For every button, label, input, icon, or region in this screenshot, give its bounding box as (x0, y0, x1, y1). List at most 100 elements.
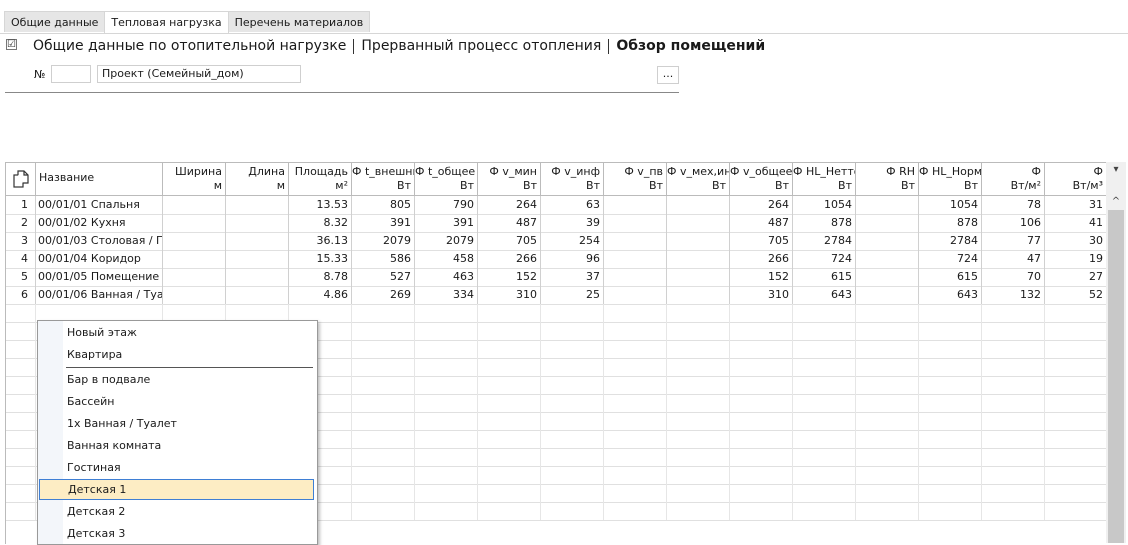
table-cell[interactable]: 15.33 (289, 250, 352, 268)
table-cell[interactable]: 264 (478, 196, 541, 214)
table-cell[interactable]: 264 (730, 196, 793, 214)
vertical-scrollbar[interactable]: ▾ ^ (1106, 162, 1126, 543)
table-cell[interactable] (856, 268, 919, 286)
table-cell[interactable]: 2784 (919, 232, 982, 250)
column-header[interactable]: Длина м (226, 163, 289, 195)
table-cell[interactable]: 615 (793, 268, 856, 286)
column-header[interactable]: Ф t_общее Вт (415, 163, 478, 195)
copy-columns-icon[interactable] (6, 163, 36, 195)
table-cell[interactable]: 2079 (415, 232, 478, 250)
table-cell[interactable]: 132 (982, 286, 1045, 304)
table-cell[interactable]: 19 (1045, 250, 1107, 268)
table-cell[interactable] (163, 286, 226, 304)
table-row[interactable]: 3 00/01/03 Столовая / Г... 36.13 2079 2079 70… (6, 232, 1107, 251)
table-cell[interactable]: 36.13 (289, 232, 352, 250)
table-cell[interactable]: 00/01/01 Спальня (36, 196, 163, 214)
table-cell[interactable]: 1054 (919, 196, 982, 214)
table-cell[interactable] (667, 214, 730, 232)
table-cell[interactable] (604, 232, 667, 250)
scroll-thumb[interactable] (1108, 210, 1124, 543)
table-cell[interactable]: 106 (982, 214, 1045, 232)
table-cell[interactable]: 41 (1045, 214, 1107, 232)
table-cell[interactable] (856, 232, 919, 250)
table-cell[interactable] (226, 268, 289, 286)
table-cell[interactable]: 52 (1045, 286, 1107, 304)
column-header[interactable]: Ф RH Вт (856, 163, 919, 195)
menu-item[interactable]: Детская 1 (39, 479, 314, 500)
table-cell[interactable] (163, 232, 226, 250)
table-cell[interactable]: 2784 (793, 232, 856, 250)
table-cell[interactable] (226, 196, 289, 214)
number-field[interactable] (51, 65, 91, 83)
table-cell[interactable]: 96 (541, 250, 604, 268)
table-cell[interactable] (163, 250, 226, 268)
table-cell[interactable] (667, 268, 730, 286)
table-cell[interactable] (667, 286, 730, 304)
table-cell[interactable]: 724 (919, 250, 982, 268)
table-cell[interactable]: 152 (730, 268, 793, 286)
table-cell[interactable]: 487 (730, 214, 793, 232)
table-cell[interactable]: 31 (1045, 196, 1107, 214)
table-cell[interactable]: 00/01/06 Ванная / Туа... (36, 286, 163, 304)
section-link-heating-load[interactable]: Общие данные по отопительной нагрузке (33, 38, 346, 54)
table-cell[interactable]: 487 (478, 214, 541, 232)
menu-item[interactable]: Детская 3 (39, 523, 314, 544)
table-cell[interactable] (604, 196, 667, 214)
table-cell[interactable]: 310 (730, 286, 793, 304)
table-cell[interactable] (226, 232, 289, 250)
table-cell[interactable] (226, 250, 289, 268)
table-cell[interactable]: 63 (541, 196, 604, 214)
menu-item[interactable]: Бассейн (39, 391, 314, 412)
tab-heat-load[interactable]: Тепловая нагрузка (104, 11, 229, 33)
table-row[interactable]: 6 00/01/06 Ванная / Туа... 4.86 269 334 310 25… (6, 286, 1107, 305)
table-cell[interactable]: 615 (919, 268, 982, 286)
table-cell[interactable] (667, 196, 730, 214)
table-cell[interactable] (856, 196, 919, 214)
table-cell[interactable]: 463 (415, 268, 478, 286)
menu-item[interactable]: Бар в подвале (39, 369, 314, 390)
table-cell[interactable]: 878 (793, 214, 856, 232)
table-cell[interactable] (667, 232, 730, 250)
column-header[interactable]: Ф HL_Норма Вт (919, 163, 982, 195)
table-row[interactable]: 1 00/01/01 Спальня 13.53 805 790 264 63 264 1054… (6, 196, 1107, 215)
checkbox-icon[interactable]: ☑ (6, 39, 17, 50)
table-cell[interactable] (163, 214, 226, 232)
table-cell[interactable] (604, 250, 667, 268)
project-field[interactable]: Проект (Семейный_дом) (97, 65, 301, 83)
menu-item[interactable]: Ванная комната (39, 435, 314, 456)
scroll-up-button[interactable]: ^ (1106, 194, 1126, 210)
column-header[interactable]: Ф t_внешнийВт (352, 163, 415, 195)
table-cell[interactable]: 266 (730, 250, 793, 268)
table-cell[interactable] (163, 268, 226, 286)
table-cell[interactable]: 790 (415, 196, 478, 214)
column-header[interactable]: Ф v_общее Вт (730, 163, 793, 195)
menu-item[interactable]: 1x Ванная / Туалет (39, 413, 314, 434)
table-cell[interactable]: 39 (541, 214, 604, 232)
table-cell[interactable] (226, 214, 289, 232)
menu-item[interactable]: Гостиная (39, 457, 314, 478)
table-row[interactable]: 2 00/01/02 Кухня 8.32 391 391 487 39 487 878 878 1… (6, 214, 1107, 233)
table-cell[interactable]: 705 (478, 232, 541, 250)
table-cell[interactable]: 391 (415, 214, 478, 232)
table-cell[interactable]: 25 (541, 286, 604, 304)
column-header[interactable]: Ширина м (163, 163, 226, 195)
table-cell[interactable] (856, 214, 919, 232)
table-cell[interactable]: 458 (415, 250, 478, 268)
column-header[interactable]: Ф v_мех,инфВт (667, 163, 730, 195)
table-row[interactable]: 5 00/01/05 Помещение ... 8.78 527 463 152 37 15… (6, 268, 1107, 287)
column-header[interactable]: Площадь м² (289, 163, 352, 195)
table-cell[interactable]: 643 (793, 286, 856, 304)
tab-materials-list[interactable]: Перечень материалов (227, 11, 371, 32)
table-cell[interactable] (604, 286, 667, 304)
table-cell[interactable]: 643 (919, 286, 982, 304)
menu-item[interactable]: Новый этаж (39, 322, 314, 343)
table-cell[interactable] (856, 250, 919, 268)
column-header[interactable]: Ф v_мин Вт (478, 163, 541, 195)
table-cell[interactable]: 47 (982, 250, 1045, 268)
menu-item[interactable]: Квартира (39, 344, 314, 365)
table-cell[interactable]: 254 (541, 232, 604, 250)
table-cell[interactable] (856, 286, 919, 304)
section-link-rooms-overview[interactable]: Обзор помещений (616, 38, 765, 54)
table-cell[interactable]: 00/01/04 Коридор (36, 250, 163, 268)
table-cell[interactable]: 1054 (793, 196, 856, 214)
